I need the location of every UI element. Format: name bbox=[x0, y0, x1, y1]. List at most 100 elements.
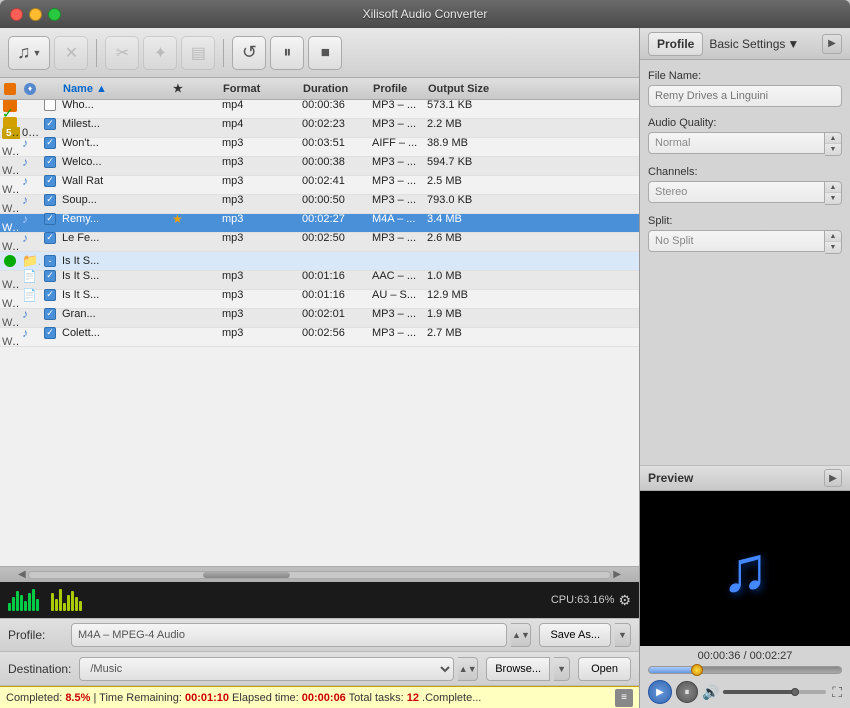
volume-thumb[interactable] bbox=[791, 688, 799, 696]
window-controls[interactable] bbox=[10, 8, 61, 21]
profile-select-arrow[interactable]: ▲▼ bbox=[511, 623, 531, 647]
row-check-col[interactable] bbox=[40, 289, 60, 301]
table-row[interactable]: ♪ Colett... mp3 00:02:56 MP3 – ... 2.7 M… bbox=[0, 328, 639, 347]
row-output-size: 1.0 MB bbox=[425, 270, 505, 282]
stepper-up[interactable]: ▲ bbox=[825, 133, 841, 144]
row-check-col[interactable] bbox=[40, 327, 60, 339]
stepper-down[interactable]: ▼ bbox=[825, 193, 841, 204]
row-check-col[interactable] bbox=[40, 118, 60, 130]
row-name: Won't... bbox=[60, 137, 170, 149]
volume-track[interactable] bbox=[723, 690, 826, 694]
file-name-input[interactable] bbox=[648, 85, 842, 107]
table-row[interactable]: ♪ Welco... mp3 00:00:38 MP3 – ... 594.7 … bbox=[0, 157, 639, 176]
stepper-down[interactable]: ▼ bbox=[825, 242, 841, 253]
preview-expand[interactable]: ▶ bbox=[824, 469, 842, 487]
status-log-icon[interactable]: ≡ bbox=[615, 689, 633, 707]
row-status: Waiting bbox=[0, 203, 20, 215]
pause-button[interactable]: ⏸ bbox=[270, 36, 304, 70]
row-check-col[interactable] bbox=[40, 175, 60, 187]
browse-button[interactable]: Browse... bbox=[486, 657, 550, 681]
table-row[interactable]: ♪ Wall Rat mp3 00:02:41 MP3 – ... 2.5 MB… bbox=[0, 176, 639, 195]
profile-select[interactable]: M4A – MPEG-4 Audio bbox=[71, 623, 507, 647]
stepper-down[interactable]: ▼ bbox=[825, 144, 841, 155]
save-as-button[interactable]: Save As... bbox=[539, 623, 611, 647]
fullscreen-icon[interactable]: ⛶ bbox=[832, 684, 842, 701]
table-row[interactable]: Who... mp4 00:00:36 MP3 – ... 573.1 KB ✓ bbox=[0, 100, 639, 119]
split-select[interactable]: No Split bbox=[648, 230, 825, 252]
row-check-col[interactable] bbox=[40, 270, 60, 282]
table-row[interactable]: 📄 Is It S... mp3 00:01:16 AU – S... 12.9… bbox=[0, 290, 639, 309]
wf-bar bbox=[32, 589, 35, 611]
row-profile: MP3 – ... bbox=[370, 118, 425, 130]
cpu-icon[interactable]: ⚙ bbox=[618, 592, 631, 609]
horizontal-scrollbar[interactable]: ◀ ▶ bbox=[0, 566, 639, 582]
th-name[interactable]: Name ▲ bbox=[60, 83, 170, 95]
stepper-up[interactable]: ▲ bbox=[825, 231, 841, 242]
split-stepper[interactable]: ▲ ▼ bbox=[825, 230, 842, 254]
row-format: mp3 bbox=[220, 270, 300, 282]
row-check-col[interactable] bbox=[40, 194, 60, 206]
row-check-col[interactable] bbox=[40, 255, 60, 267]
table-row[interactable]: ♪ Won't... mp3 00:03:51 AIFF – ... 38.9 … bbox=[0, 138, 639, 157]
right-panel-expand[interactable]: ▶ bbox=[822, 34, 842, 54]
dest-select[interactable]: /Music bbox=[79, 657, 454, 681]
progress-track[interactable] bbox=[648, 666, 842, 674]
tab-basic-settings[interactable]: Basic Settings ▼ bbox=[703, 33, 805, 55]
progress-thumb[interactable] bbox=[691, 664, 703, 676]
row-format: mp4 bbox=[220, 100, 300, 111]
row-output-size: 2.6 MB bbox=[425, 232, 505, 244]
waveform-green bbox=[8, 589, 39, 611]
convert-button[interactable]: ↺ bbox=[232, 36, 266, 70]
row-check-col[interactable] bbox=[40, 213, 60, 225]
th-duration: Duration bbox=[300, 83, 370, 95]
delete-button[interactable]: ✕ bbox=[54, 36, 88, 70]
table-row[interactable]: ♪ Gran... mp3 00:02:01 MP3 – ... 1.9 MB … bbox=[0, 309, 639, 328]
th-star: ★ bbox=[170, 82, 220, 95]
table-row[interactable]: ♪ Soup... mp3 00:00:50 MP3 – ... 793.0 K… bbox=[0, 195, 639, 214]
row-type-col: ♪ bbox=[20, 155, 40, 169]
channels-stepper[interactable]: ▲ ▼ bbox=[825, 181, 842, 205]
stepper-up[interactable]: ▲ bbox=[825, 182, 841, 193]
row-output-size: 12.9 MB bbox=[425, 289, 505, 301]
tab-profile[interactable]: Profile bbox=[648, 32, 703, 56]
table-row[interactable]: Milest... mp4 00:02:23 MP3 – ... 2.2 MB … bbox=[0, 119, 639, 138]
scrollbar-track[interactable] bbox=[28, 571, 612, 579]
close-button[interactable] bbox=[10, 8, 23, 21]
stop-button[interactable]: ⏹ bbox=[308, 36, 342, 70]
cut-button[interactable]: ✂ bbox=[105, 36, 139, 70]
audio-quality-select[interactable]: Normal bbox=[648, 132, 825, 154]
row-check-col[interactable] bbox=[40, 100, 60, 111]
add-button[interactable]: ♫ ▼ bbox=[8, 36, 50, 70]
table-row[interactable]: ♪ Le Fe... mp3 00:02:50 MP3 – ... 2.6 MB… bbox=[0, 233, 639, 252]
table-row-group[interactable]: 📁 Is It S... bbox=[0, 252, 639, 271]
progress-bar-area[interactable] bbox=[640, 664, 850, 676]
row-name: Le Fe... bbox=[60, 232, 170, 244]
pause-preview-button[interactable]: ⏸ bbox=[676, 681, 698, 703]
scroll-right-arrow[interactable]: ▶ bbox=[611, 569, 623, 580]
scroll-left-arrow[interactable]: ◀ bbox=[16, 569, 28, 580]
play-button[interactable]: ▶ bbox=[648, 680, 672, 704]
browse-arrow[interactable]: ▼ bbox=[554, 657, 570, 681]
dest-select-arrow[interactable]: ▲▼ bbox=[458, 657, 478, 681]
channels-select[interactable]: Stereo bbox=[648, 181, 825, 203]
row-type-col: ♪ bbox=[20, 212, 40, 226]
row-profile: AAC – ... bbox=[370, 270, 425, 282]
volume-icon[interactable]: 🔊 bbox=[702, 684, 719, 701]
table-row[interactable]: 📄 Is It S... mp3 00:01:16 AAC – ... 1.0 … bbox=[0, 271, 639, 290]
film-button[interactable]: ▤ bbox=[181, 36, 215, 70]
row-check-col[interactable] bbox=[40, 308, 60, 320]
row-check-col[interactable] bbox=[40, 137, 60, 149]
maximize-button[interactable] bbox=[48, 8, 61, 21]
row-check-col[interactable] bbox=[40, 232, 60, 244]
audio-quality-stepper[interactable]: ▲ ▼ bbox=[825, 132, 842, 156]
row-check-col[interactable] bbox=[40, 156, 60, 168]
magic-button[interactable]: ✦ bbox=[143, 36, 177, 70]
row-profile: MP3 – ... bbox=[370, 175, 425, 187]
save-as-arrow[interactable]: ▼ bbox=[615, 623, 631, 647]
scrollbar-thumb[interactable] bbox=[203, 572, 290, 578]
open-button[interactable]: Open bbox=[578, 657, 631, 681]
row-status: Waiting bbox=[0, 146, 20, 158]
row-type-col: 📄 bbox=[20, 269, 40, 283]
minimize-button[interactable] bbox=[29, 8, 42, 21]
table-row-selected[interactable]: ♪ Remy... ★ mp3 00:02:27 M4A – ... 3.4 M… bbox=[0, 214, 639, 233]
